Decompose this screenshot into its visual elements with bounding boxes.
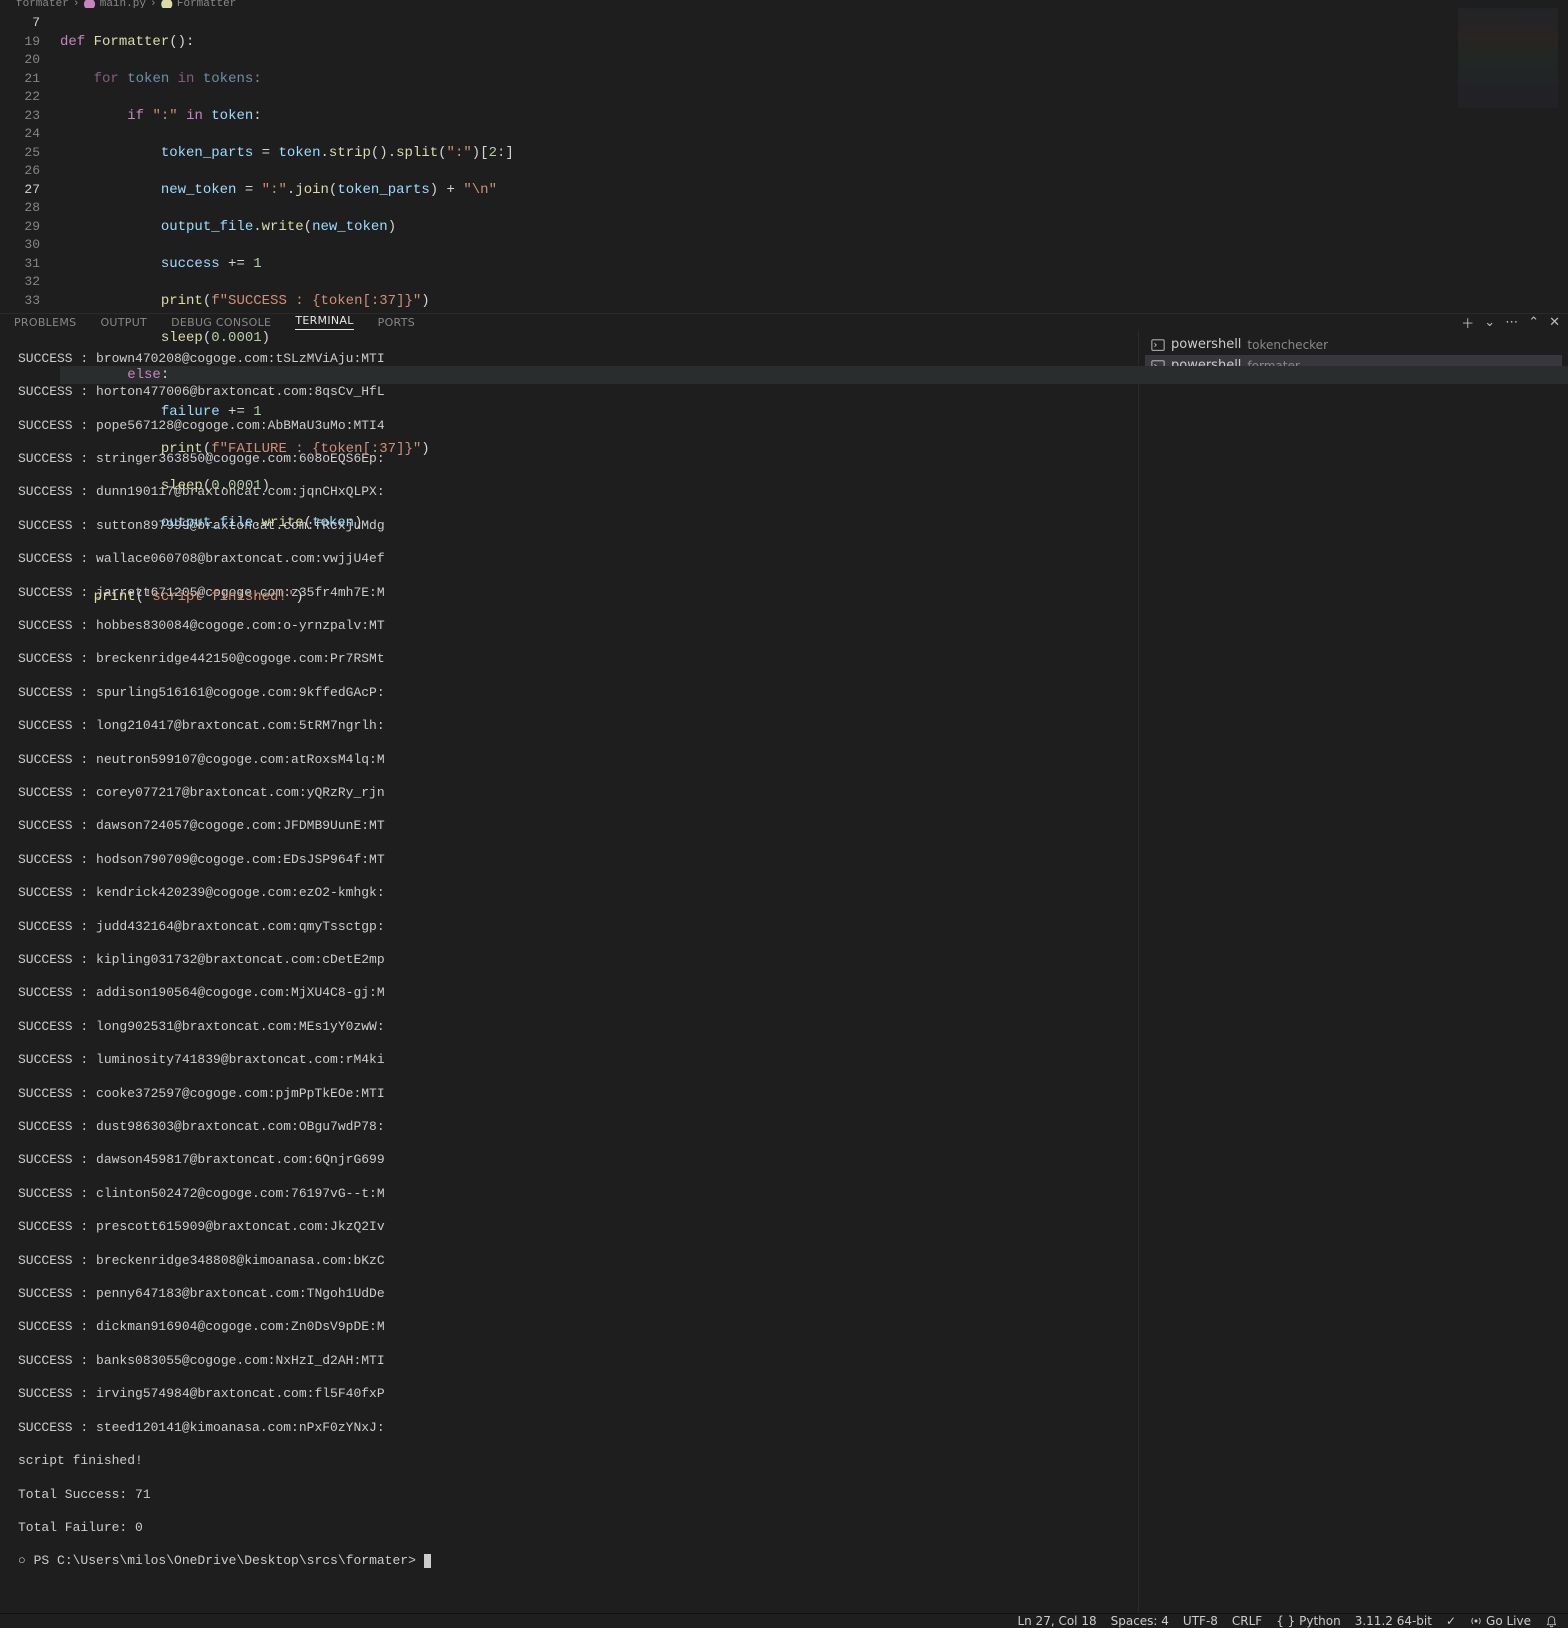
close-panel-icon[interactable]: ✕ [1549, 315, 1560, 330]
status-language[interactable]: { } Python [1276, 1614, 1341, 1628]
status-notifications-icon[interactable] [1545, 1615, 1558, 1628]
terminal-dropdown-icon[interactable]: ⌄ [1484, 315, 1495, 330]
terminal-cursor[interactable] [424, 1554, 431, 1568]
status-indent[interactable]: Spaces: 4 [1111, 1614, 1169, 1628]
line-number-gutter: 7 19 20 21 22 23 24 25 26 27 28 29 30 31… [0, 8, 60, 313]
new-terminal-icon[interactable]: ＋ [1461, 313, 1474, 332]
tab-problems[interactable]: PROBLEMS [14, 316, 76, 329]
status-encoding[interactable]: UTF-8 [1183, 1614, 1218, 1628]
code-editor[interactable]: 7 19 20 21 22 23 24 25 26 27 28 29 30 31… [0, 8, 1568, 313]
bell-icon [1545, 1615, 1558, 1628]
tab-output[interactable]: OUTPUT [100, 316, 147, 329]
tab-terminal[interactable]: TERMINAL [295, 314, 353, 330]
code-content[interactable]: def Formatter(): for token in tokens: if… [60, 8, 1568, 313]
status-python-version[interactable]: 3.11.2 64-bit [1355, 1614, 1432, 1628]
status-prettier-icon[interactable]: ✓ [1446, 1614, 1456, 1628]
status-eol[interactable]: CRLF [1232, 1614, 1262, 1628]
tab-debug-console[interactable]: DEBUG CONSOLE [171, 316, 271, 329]
tab-ports[interactable]: PORTS [378, 316, 415, 329]
breadcrumb: formater › ⬤ main.py › ⬤ Formatter [0, 0, 1568, 8]
maximize-panel-icon[interactable]: ⌃ [1528, 315, 1539, 330]
status-bar: Ln 27, Col 18 Spaces: 4 UTF-8 CRLF { } P… [0, 1613, 1568, 1628]
broadcast-icon [1470, 1615, 1482, 1627]
more-actions-icon[interactable]: ⋯ [1505, 315, 1518, 330]
terminal-prompt: PS C:\Users\milos\OneDrive\Desktop\srcs\… [34, 1553, 424, 1568]
panel-tabs: PROBLEMS OUTPUT DEBUG CONSOLE TERMINAL P… [0, 313, 1568, 330]
minimap[interactable] [1458, 8, 1558, 108]
status-go-live[interactable]: Go Live [1470, 1614, 1531, 1628]
status-cursor-pos[interactable]: Ln 27, Col 18 [1017, 1614, 1096, 1628]
